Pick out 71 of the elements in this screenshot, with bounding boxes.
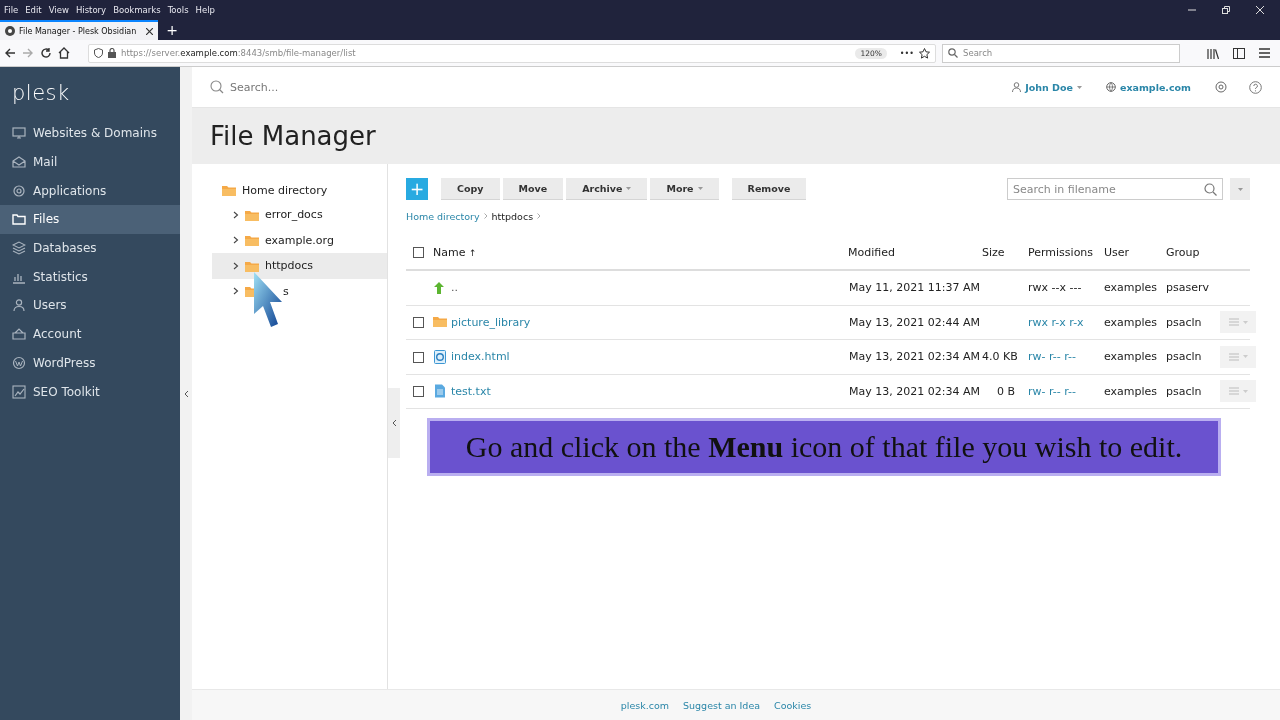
- table-cell: psacln: [1166, 384, 1202, 398]
- toolbar-button[interactable]: Archive: [566, 178, 648, 200]
- browser-search-field[interactable]: Search: [942, 43, 1180, 63]
- tree-item[interactable]: example.org: [212, 227, 387, 253]
- toolbar-button[interactable]: Remove: [731, 178, 807, 200]
- permissions-link[interactable]: rwx r-x r-x: [1028, 315, 1084, 329]
- permissions-link[interactable]: rw- r-- r--: [1028, 384, 1076, 398]
- menu-item[interactable]: View: [48, 5, 69, 15]
- user-menu[interactable]: John Doe: [1012, 81, 1082, 93]
- column-header[interactable]: Group: [1166, 245, 1200, 259]
- parent-link[interactable]: ..: [451, 281, 458, 295]
- table-cell: examples: [1104, 315, 1158, 329]
- menu-item[interactable]: Tools: [167, 5, 189, 15]
- table-cell: rwx --x ---: [1028, 281, 1082, 295]
- new-tab-button[interactable]: +: [158, 20, 187, 40]
- footer-link[interactable]: Cookies: [774, 699, 812, 711]
- table-cell: 4.0 KB: [982, 350, 1018, 364]
- sidebar-item[interactable]: Mail: [0, 147, 180, 177]
- toolbar-button[interactable]: Move: [502, 178, 564, 200]
- menu-item[interactable]: Help: [195, 5, 215, 15]
- page-title: File Manager: [210, 121, 376, 151]
- table-cell: May 11, 2021 11:37 AM: [849, 281, 980, 295]
- footer-link[interactable]: plesk.com: [620, 699, 670, 711]
- table-cell: psaserv: [1166, 281, 1209, 295]
- menu-item[interactable]: File: [4, 5, 19, 15]
- menu-item[interactable]: Bookmarks: [113, 5, 161, 15]
- permissions-link[interactable]: rw- r-- r--: [1028, 350, 1076, 364]
- logo: plesk: [12, 81, 70, 105]
- file-link[interactable]: test.txt: [451, 384, 491, 398]
- file-link[interactable]: picture_library: [451, 315, 531, 329]
- table-cell: May 13, 2021 02:34 AM: [849, 384, 980, 398]
- tree-item[interactable]: httpdocs: [212, 253, 387, 279]
- sidebar-item[interactable]: WordPress: [0, 348, 180, 378]
- breadcrumb-link[interactable]: Home directory: [406, 210, 480, 222]
- domain-menu[interactable]: example.com: [1105, 81, 1191, 93]
- global-search-field[interactable]: Search...: [210, 80, 279, 94]
- table-cell: examples: [1104, 384, 1158, 398]
- table-cell: 0 B: [996, 384, 1015, 398]
- sidebar-item[interactable]: Websites & Domains: [0, 119, 180, 148]
- sidebar-item[interactable]: SEO Toolkit: [0, 377, 180, 406]
- column-header[interactable]: Modified: [848, 245, 895, 259]
- sidebar-item[interactable]: Statistics: [0, 262, 180, 292]
- sidebar-item[interactable]: Account: [0, 319, 180, 349]
- menu-item[interactable]: Edit: [25, 5, 42, 15]
- column-header[interactable]: Size: [982, 245, 1005, 259]
- toolbar-button[interactable]: More: [650, 178, 719, 200]
- tree-item[interactable]: error_docs: [212, 202, 387, 228]
- sidebar-item[interactable]: Files: [0, 205, 180, 234]
- browser-tab[interactable]: File Manager - Plesk Obsidian: [0, 20, 159, 40]
- sidebar-item[interactable]: Databases: [0, 233, 180, 263]
- footer-link[interactable]: Suggest an Idea: [683, 699, 761, 711]
- sidebar-item[interactable]: Applications: [0, 176, 180, 206]
- column-header[interactable]: Permissions: [1028, 245, 1094, 259]
- filename-search-field[interactable]: Search in filename: [1007, 178, 1223, 200]
- table-cell: psacln: [1166, 350, 1202, 364]
- column-header[interactable]: User: [1104, 245, 1130, 259]
- menu-item[interactable]: History: [75, 5, 107, 15]
- table-cell: psacln: [1166, 315, 1202, 329]
- table-cell: May 13, 2021 02:44 AM: [849, 315, 980, 329]
- breadcrumb-item: httpdocs: [491, 210, 534, 222]
- file-link[interactable]: index.html: [451, 350, 510, 364]
- table-cell: examples: [1104, 281, 1158, 295]
- tree-item[interactable]: Home directory: [212, 181, 387, 199]
- table-cell: May 13, 2021 02:34 AM: [849, 350, 980, 364]
- sidebar-item[interactable]: Users: [0, 291, 180, 320]
- toolbar-button[interactable]: Copy: [441, 178, 500, 200]
- more-button[interactable]: •••: [899, 48, 914, 58]
- caption-banner: Go and click on the Menu icon of that file you wish to edit.: [430, 421, 1218, 473]
- table-cell: examples: [1104, 350, 1158, 364]
- column-header[interactable]: Name: [433, 245, 466, 259]
- sort-indicator: ↑: [468, 247, 477, 258]
